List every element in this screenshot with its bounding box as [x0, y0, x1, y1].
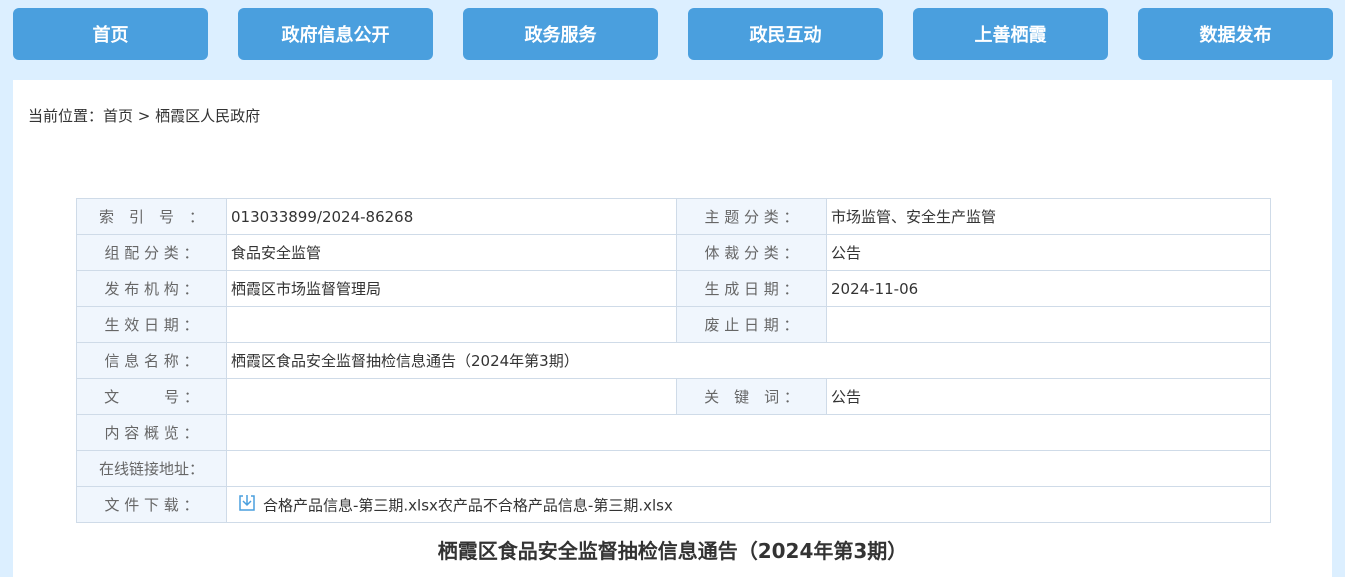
- table-row: 文 号 ： 关 键 词 ： 公告: [76, 378, 1271, 415]
- main-content: 当前位置：首页 > 栖霞区人民政府 索 引 号 ： 013033899/2024…: [13, 80, 1332, 577]
- genre-label: 体 裁 分 类 ：: [676, 234, 827, 271]
- publisher-label: 发 布 机 构 ：: [76, 270, 227, 307]
- download-label: 文 件 下 载 ：: [76, 486, 227, 523]
- index-label: 索 引 号 ：: [76, 198, 227, 235]
- download-file-link[interactable]: 合格产品信息-第三期.xlsx农产品不合格产品信息-第三期.xlsx: [263, 496, 673, 514]
- table-row: 文 件 下 载 ： 合格产品信息-第三期.xlsx农产品不合格产品信息-第三期.…: [76, 486, 1271, 523]
- table-row: 信 息 名 称 ： 栖霞区食品安全监督抽检信息通告（2024年第3期）: [76, 342, 1271, 379]
- nav-home-button[interactable]: 首页: [13, 8, 208, 60]
- summary-value: [226, 414, 1271, 451]
- article-title: 栖霞区食品安全监督抽检信息通告（2024年第3期）: [437, 539, 908, 563]
- docno-label: 文 号 ：: [76, 378, 227, 415]
- breadcrumb: 当前位置：首页 > 栖霞区人民政府: [28, 105, 260, 126]
- download-icon[interactable]: [237, 493, 257, 517]
- nav-data-button[interactable]: 数据发布: [1138, 8, 1333, 60]
- table-row: 生 效 日 期 ： 废 止 日 期 ：: [76, 306, 1271, 343]
- table-row: 索 引 号 ： 013033899/2024-86268 主 题 分 类 ： 市…: [76, 198, 1271, 235]
- breadcrumb-home-link[interactable]: 首页: [103, 107, 133, 125]
- effective-label: 生 效 日 期 ：: [76, 306, 227, 343]
- breadcrumb-separator: >: [133, 107, 156, 125]
- top-nav: 首页 政府信息公开 政务服务 政民互动 上善栖霞 数据发布: [0, 0, 1345, 72]
- effective-value: [226, 306, 677, 343]
- link-value: [226, 450, 1271, 487]
- link-label: 在线链接地址：: [76, 450, 227, 487]
- index-value: 013033899/2024-86268: [226, 198, 677, 235]
- docno-value: [226, 378, 677, 415]
- created-label: 生 成 日 期 ：: [676, 270, 827, 307]
- keyword-label: 关 键 词 ：: [676, 378, 827, 415]
- name-label: 信 息 名 称 ：: [76, 342, 227, 379]
- breadcrumb-current-link[interactable]: 栖霞区人民政府: [155, 107, 260, 125]
- repeal-value: [826, 306, 1271, 343]
- table-row: 组 配 分 类 ： 食品安全监管 体 裁 分 类 ： 公告: [76, 234, 1271, 271]
- repeal-label: 废 止 日 期 ：: [676, 306, 827, 343]
- nav-interaction-button[interactable]: 政民互动: [688, 8, 883, 60]
- table-row: 在线链接地址：: [76, 450, 1271, 487]
- group-label: 组 配 分 类 ：: [76, 234, 227, 271]
- keyword-value: 公告: [826, 378, 1271, 415]
- topic-label: 主 题 分 类 ：: [676, 198, 827, 235]
- genre-value: 公告: [826, 234, 1271, 271]
- publisher-value: 栖霞区市场监督管理局: [226, 270, 677, 307]
- breadcrumb-prefix: 当前位置：: [28, 107, 104, 125]
- group-value: 食品安全监管: [226, 234, 677, 271]
- metadata-table: 索 引 号 ： 013033899/2024-86268 主 题 分 类 ： 市…: [76, 198, 1271, 523]
- topic-value: 市场监管、安全生产监管: [826, 198, 1271, 235]
- nav-services-button[interactable]: 政务服务: [463, 8, 658, 60]
- nav-gov-info-button[interactable]: 政府信息公开: [238, 8, 433, 60]
- nav-qixia-button[interactable]: 上善栖霞: [913, 8, 1108, 60]
- download-cell: 合格产品信息-第三期.xlsx农产品不合格产品信息-第三期.xlsx: [226, 486, 1271, 523]
- table-row: 内 容 概 览 ：: [76, 414, 1271, 451]
- summary-label: 内 容 概 览 ：: [76, 414, 227, 451]
- created-value: 2024-11-06: [826, 270, 1271, 307]
- table-row: 发 布 机 构 ： 栖霞区市场监督管理局 生 成 日 期 ： 2024-11-0…: [76, 270, 1271, 307]
- name-value: 栖霞区食品安全监督抽检信息通告（2024年第3期）: [226, 342, 1271, 379]
